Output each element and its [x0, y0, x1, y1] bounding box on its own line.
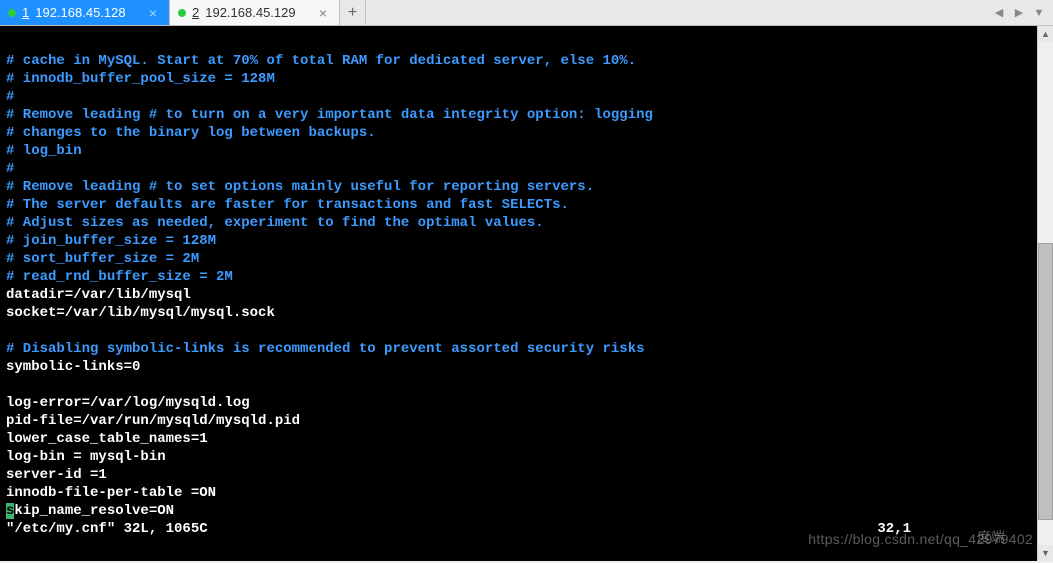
- file-line: # log_bin: [6, 143, 82, 159]
- status-position: 32,1: [877, 520, 1031, 538]
- file-line: symbolic-links=0: [6, 359, 140, 375]
- vim-status-line: "/etc/my.cnf" 32L, 1065C 32,1: [6, 520, 1031, 538]
- file-line: pid-file=/var/run/mysqld/mysqld.pid: [6, 413, 300, 429]
- scrollbar[interactable]: ▲ ▼: [1037, 26, 1053, 561]
- nav-right-icon[interactable]: ▶: [1011, 5, 1027, 21]
- file-line: log-bin = mysql-bin: [6, 449, 166, 465]
- file-line: socket=/var/lib/mysql/mysql.sock: [6, 305, 275, 321]
- file-line: # read_rnd_buffer_size = 2M: [6, 269, 233, 285]
- file-line-rest: kip_name_resolve=ON: [14, 503, 174, 519]
- status-file: "/etc/my.cnf" 32L, 1065C: [6, 520, 208, 538]
- close-icon[interactable]: ×: [147, 5, 159, 21]
- file-line: datadir=/var/lib/mysql: [6, 287, 191, 303]
- file-line: # join_buffer_size = 128M: [6, 233, 216, 249]
- cursor-line: skip_name_resolve=ON: [6, 503, 174, 519]
- scroll-up-icon[interactable]: ▲: [1038, 26, 1053, 42]
- tab-bar: 1 192.168.45.128 × 2 192.168.45.129 × + …: [0, 0, 1053, 26]
- file-line: # innodb_buffer_pool_size = 128M: [6, 71, 275, 87]
- file-line: # The server defaults are faster for tra…: [6, 197, 569, 213]
- tab-label: 192.168.45.128: [35, 5, 125, 20]
- close-icon[interactable]: ×: [317, 5, 329, 21]
- file-line: innodb-file-per-table =ON: [6, 485, 216, 501]
- tabs-container: 1 192.168.45.128 × 2 192.168.45.129 × +: [0, 0, 366, 25]
- status-dot-icon: [8, 9, 16, 17]
- plus-icon: +: [348, 4, 357, 22]
- tab-number: 2: [192, 5, 199, 20]
- scroll-track[interactable]: [1038, 42, 1053, 545]
- tab-label: 192.168.45.129: [205, 5, 295, 20]
- tab-number: 1: [22, 5, 29, 20]
- file-line: #: [6, 161, 14, 177]
- terminal[interactable]: # cache in MySQL. Start at 70% of total …: [0, 26, 1053, 561]
- tab-2[interactable]: 2 192.168.45.129 ×: [170, 0, 340, 25]
- file-line: log-error=/var/log/mysqld.log: [6, 395, 250, 411]
- add-tab-button[interactable]: +: [340, 0, 366, 25]
- file-line: # Disabling symbolic-links is recommende…: [6, 341, 645, 357]
- status-dot-icon: [178, 9, 186, 17]
- file-line: server-id =1: [6, 467, 107, 483]
- nav-menu-icon[interactable]: ▼: [1031, 5, 1047, 21]
- file-line: # Remove leading # to set options mainly…: [6, 179, 594, 195]
- nav-left-icon[interactable]: ◀: [991, 5, 1007, 21]
- terminal-content[interactable]: # cache in MySQL. Start at 70% of total …: [0, 26, 1037, 561]
- file-line: lower_case_table_names=1: [6, 431, 208, 447]
- scroll-down-icon[interactable]: ▼: [1038, 545, 1053, 561]
- tab-1[interactable]: 1 192.168.45.128 ×: [0, 0, 170, 25]
- file-line: #: [6, 89, 14, 105]
- file-line: # Remove leading # to turn on a very imp…: [6, 107, 653, 123]
- file-line: # cache in MySQL. Start at 70% of total …: [6, 53, 636, 69]
- file-line: # sort_buffer_size = 2M: [6, 251, 199, 267]
- file-line: # changes to the binary log between back…: [6, 125, 376, 141]
- scroll-thumb[interactable]: [1038, 243, 1053, 520]
- file-line: # Adjust sizes as needed, experiment to …: [6, 215, 544, 231]
- nav-arrows: ◀ ▶ ▼: [991, 0, 1053, 25]
